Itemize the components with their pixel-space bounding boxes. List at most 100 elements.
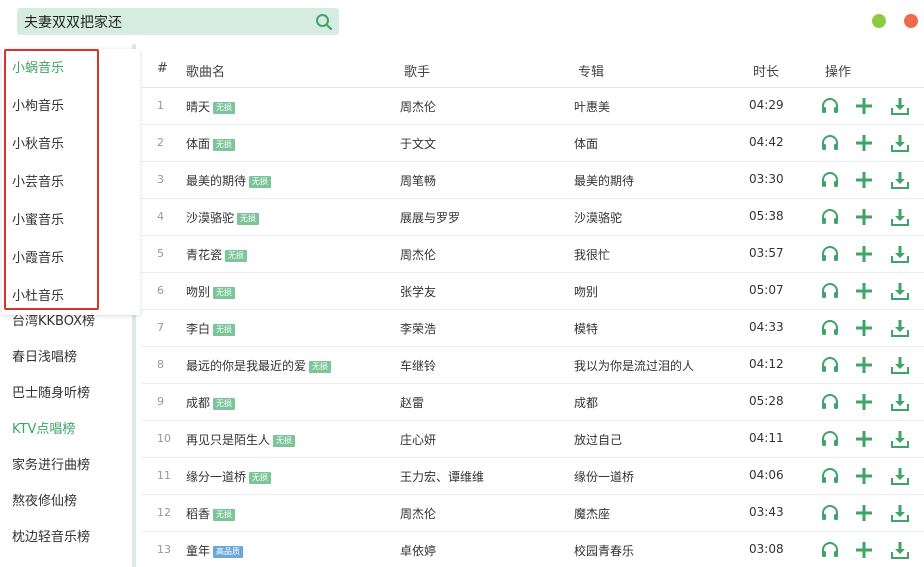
- row-song[interactable]: 体面 无损: [186, 135, 236, 152]
- headphone-icon[interactable]: [820, 281, 840, 301]
- dropdown-item[interactable]: 小枸音乐: [12, 97, 64, 117]
- song-title[interactable]: 缘分一道桥: [186, 470, 246, 484]
- sidebar-item[interactable]: KTV点唱榜: [12, 420, 75, 440]
- song-title[interactable]: 晴天: [186, 100, 210, 114]
- plus-icon[interactable]: [854, 540, 874, 560]
- table-row[interactable]: 13 童年 高品质 卓依婷 校园青春乐 03:08: [142, 532, 924, 567]
- table-row[interactable]: 1 晴天 无损 周杰伦 叶惠美 04:29: [142, 88, 924, 125]
- headphone-icon[interactable]: [820, 133, 840, 153]
- headphone-icon[interactable]: [820, 207, 840, 227]
- sidebar-item[interactable]: 巴士随身听榜: [12, 384, 90, 404]
- row-album[interactable]: 校园青春乐: [574, 542, 634, 559]
- row-album[interactable]: 最美的期待: [574, 172, 634, 189]
- download-icon[interactable]: [890, 170, 910, 190]
- sidebar-item[interactable]: 台湾KKBOX榜: [12, 312, 95, 332]
- table-row[interactable]: 8 最远的你是我最近的爱 无损 车继铃 我以为你是流过泪的人 04:12: [142, 347, 924, 384]
- search-box[interactable]: [17, 8, 339, 35]
- row-album[interactable]: 我很忙: [574, 246, 610, 263]
- row-song[interactable]: 成都 无损: [186, 394, 236, 411]
- plus-icon[interactable]: [854, 318, 874, 338]
- headphone-icon[interactable]: [820, 503, 840, 523]
- row-artist[interactable]: 展展与罗罗: [400, 209, 460, 226]
- plus-icon[interactable]: [854, 96, 874, 116]
- table-row[interactable]: 12 稻香 无损 周杰伦 魔杰座 03:43: [142, 495, 924, 532]
- plus-icon[interactable]: [854, 133, 874, 153]
- song-title[interactable]: 再见只是陌生人: [186, 433, 270, 447]
- row-song[interactable]: 晴天 无损: [186, 98, 236, 115]
- table-row[interactable]: 4 沙漠骆驼 无损 展展与罗罗 沙漠骆驼 05:38: [142, 199, 924, 236]
- table-row[interactable]: 3 最美的期待 无损 周笔畅 最美的期待 03:30: [142, 162, 924, 199]
- table-row[interactable]: 5 青花瓷 无损 周杰伦 我很忙 03:57: [142, 236, 924, 273]
- row-artist[interactable]: 庄心妍: [400, 431, 436, 448]
- dropdown-item[interactable]: 小芸音乐: [12, 173, 64, 193]
- song-title[interactable]: 吻别: [186, 285, 210, 299]
- row-artist[interactable]: 车继铃: [400, 357, 436, 374]
- row-artist[interactable]: 于文文: [400, 135, 436, 152]
- download-icon[interactable]: [890, 355, 910, 375]
- plus-icon[interactable]: [854, 355, 874, 375]
- row-album[interactable]: 成都: [574, 394, 598, 411]
- download-icon[interactable]: [890, 540, 910, 560]
- plus-icon[interactable]: [854, 392, 874, 412]
- row-album[interactable]: 我以为你是流过泪的人: [574, 357, 694, 374]
- headphone-icon[interactable]: [820, 96, 840, 116]
- row-album[interactable]: 体面: [574, 135, 598, 152]
- plus-icon[interactable]: [854, 170, 874, 190]
- row-song[interactable]: 稻香 无损: [186, 505, 236, 522]
- row-artist[interactable]: 周杰伦: [400, 505, 436, 522]
- table-row[interactable]: 2 体面 无损 于文文 体面 04:42: [142, 125, 924, 162]
- download-icon[interactable]: [890, 133, 910, 153]
- song-title[interactable]: 最远的你是我最近的爱: [186, 359, 306, 373]
- row-song[interactable]: 再见只是陌生人 无损: [186, 431, 296, 448]
- song-title[interactable]: 稻香: [186, 507, 210, 521]
- row-song[interactable]: 青花瓷 无损: [186, 246, 248, 263]
- sidebar-item[interactable]: 家务进行曲榜: [12, 456, 90, 476]
- row-song[interactable]: 沙漠骆驼 无损: [186, 209, 260, 226]
- row-song[interactable]: 缘分一道桥 无损: [186, 468, 272, 485]
- row-artist[interactable]: 周杰伦: [400, 98, 436, 115]
- row-album[interactable]: 叶惠美: [574, 98, 610, 115]
- row-artist[interactable]: 卓依婷: [400, 542, 436, 559]
- row-album[interactable]: 缘份一道桥: [574, 468, 634, 485]
- row-artist[interactable]: 李荣浩: [400, 320, 436, 337]
- plus-icon[interactable]: [854, 429, 874, 449]
- table-row[interactable]: 6 吻别 无损 张学友 吻别 05:07: [142, 273, 924, 310]
- headphone-icon[interactable]: [820, 170, 840, 190]
- headphone-icon[interactable]: [820, 392, 840, 412]
- song-title[interactable]: 体面: [186, 137, 210, 151]
- row-album[interactable]: 沙漠骆驼: [574, 209, 622, 226]
- table-row[interactable]: 11 缘分一道桥 无损 王力宏、谭维维 缘份一道桥 04:06: [142, 458, 924, 495]
- row-album[interactable]: 吻别: [574, 283, 598, 300]
- search-input[interactable]: [17, 8, 307, 35]
- sidebar-item[interactable]: 熬夜修仙榜: [12, 492, 77, 512]
- row-artist[interactable]: 赵雷: [400, 394, 424, 411]
- row-album[interactable]: 放过自己: [574, 431, 622, 448]
- row-song[interactable]: 童年 高品质: [186, 542, 244, 559]
- song-title[interactable]: 李白: [186, 322, 210, 336]
- download-icon[interactable]: [890, 318, 910, 338]
- row-song[interactable]: 吻别 无损: [186, 283, 236, 300]
- plus-icon[interactable]: [854, 207, 874, 227]
- plus-icon[interactable]: [854, 466, 874, 486]
- download-icon[interactable]: [890, 466, 910, 486]
- download-icon[interactable]: [890, 429, 910, 449]
- search-icon[interactable]: [315, 13, 333, 31]
- dropdown-item[interactable]: 小蜗音乐: [12, 59, 64, 79]
- song-title[interactable]: 童年: [186, 544, 210, 558]
- maximize-button[interactable]: [872, 14, 886, 28]
- row-artist[interactable]: 周笔畅: [400, 172, 436, 189]
- row-artist[interactable]: 王力宏、谭维维: [400, 468, 484, 485]
- headphone-icon[interactable]: [820, 429, 840, 449]
- dropdown-item[interactable]: 小霞音乐: [12, 249, 64, 269]
- table-row[interactable]: 9 成都 无损 赵雷 成都 05:28: [142, 384, 924, 421]
- row-artist[interactable]: 张学友: [400, 283, 436, 300]
- dropdown-item[interactable]: 小秋音乐: [12, 135, 64, 155]
- song-title[interactable]: 最美的期待: [186, 174, 246, 188]
- plus-icon[interactable]: [854, 503, 874, 523]
- row-album[interactable]: 魔杰座: [574, 505, 610, 522]
- dropdown-item[interactable]: 小蜜音乐: [12, 211, 64, 231]
- headphone-icon[interactable]: [820, 540, 840, 560]
- row-artist[interactable]: 周杰伦: [400, 246, 436, 263]
- dropdown-item[interactable]: 小杜音乐: [12, 287, 64, 307]
- row-song[interactable]: 李白 无损: [186, 320, 236, 337]
